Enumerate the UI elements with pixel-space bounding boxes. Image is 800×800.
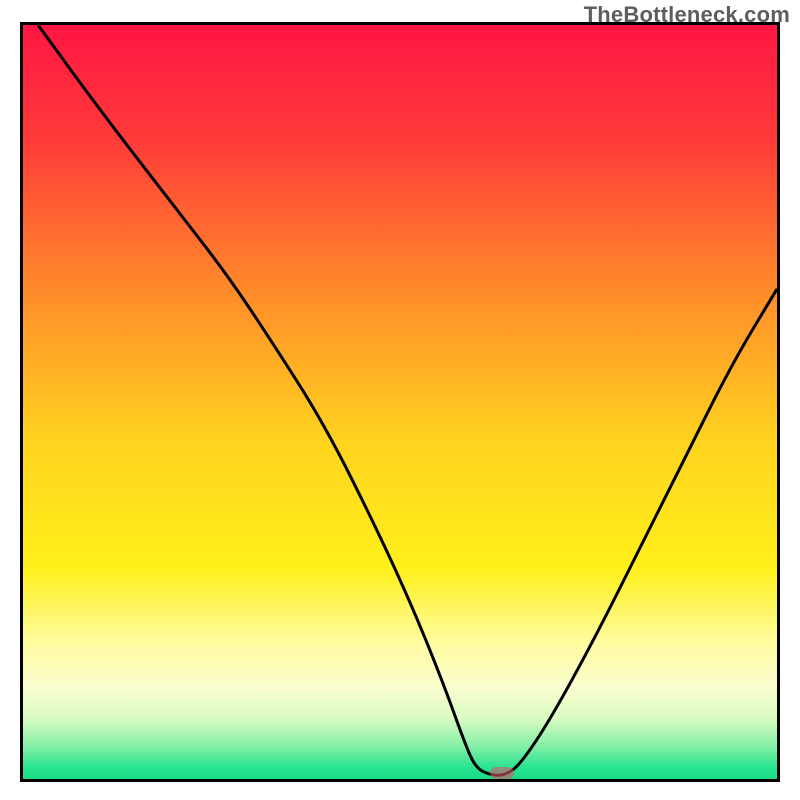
plot-area [20,22,780,782]
minimum-marker [490,767,514,779]
gradient-background [23,25,777,779]
chart-container: TheBottleneck.com [0,0,800,800]
chart-svg [23,25,777,779]
